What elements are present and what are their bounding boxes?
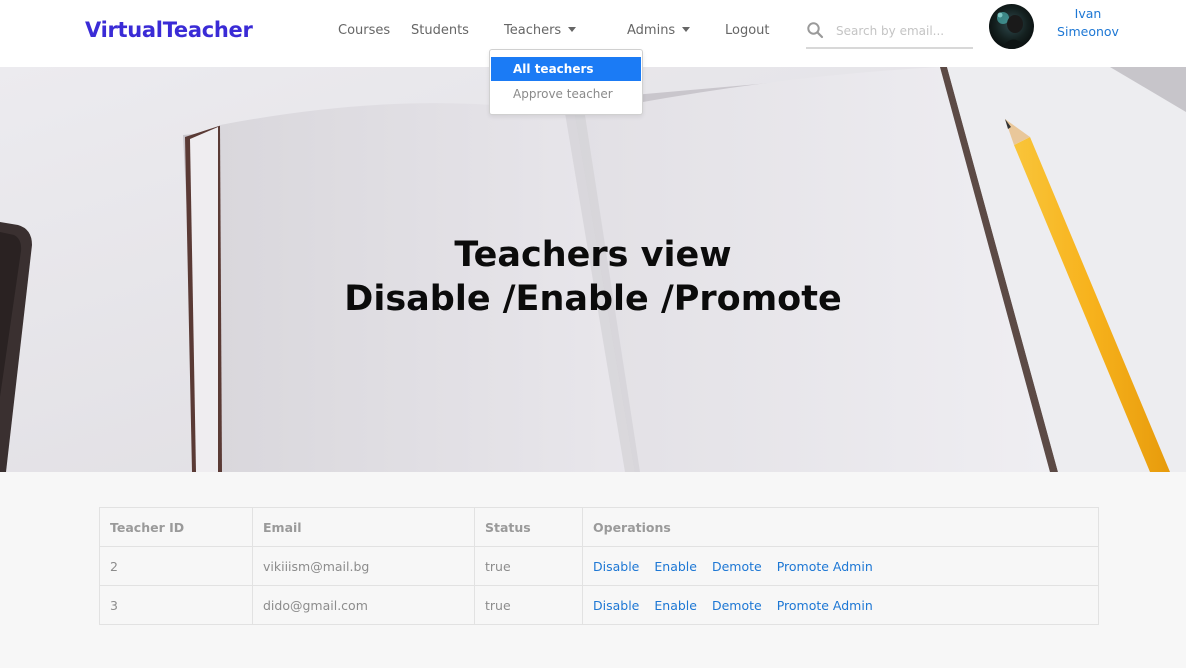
cell-status: true bbox=[474, 546, 583, 586]
chevron-down-icon bbox=[682, 27, 691, 32]
nav-courses[interactable]: Courses bbox=[338, 23, 390, 38]
hero-title: Teachers view Disable /Enable /Promote bbox=[0, 233, 1186, 321]
column-header-email: Email bbox=[252, 507, 475, 547]
user-first-name: Ivan bbox=[1074, 6, 1102, 21]
nav-teachers-label: Teachers bbox=[504, 23, 562, 38]
teachers-table: Teacher ID Email Status Operations 2 vik… bbox=[99, 507, 1099, 625]
cell-email: vikiiism@mail.bg bbox=[252, 546, 475, 586]
cell-operations: Disable Enable Demote Promote Admin bbox=[582, 585, 1099, 625]
demote-link[interactable]: Demote bbox=[712, 598, 762, 613]
cell-status: true bbox=[474, 585, 583, 625]
nav-admins-label: Admins bbox=[627, 23, 676, 38]
hero-banner: Teachers view Disable /Enable /Promote bbox=[0, 67, 1186, 472]
disable-link[interactable]: Disable bbox=[593, 598, 639, 613]
table-row: 2 vikiiism@mail.bg true Disable Enable Dem… bbox=[99, 546, 1099, 586]
nav-teachers-dropdown[interactable]: Teachers bbox=[504, 23, 577, 38]
cell-teacher-id: 2 bbox=[99, 546, 253, 586]
promote-admin-link[interactable]: Promote Admin bbox=[777, 559, 873, 574]
nav-logout[interactable]: Logout bbox=[725, 23, 770, 38]
avatar[interactable] bbox=[989, 4, 1034, 49]
enable-link[interactable]: Enable bbox=[654, 598, 697, 613]
disable-link[interactable]: Disable bbox=[593, 559, 639, 574]
user-name-link[interactable]: Ivan Simeonov bbox=[1048, 5, 1128, 41]
search-box bbox=[806, 17, 974, 49]
hero-title-line1: Teachers view bbox=[454, 235, 732, 275]
enable-link[interactable]: Enable bbox=[654, 559, 697, 574]
dropdown-item-all-teachers[interactable]: All teachers bbox=[491, 57, 641, 81]
cell-operations: Disable Enable Demote Promote Admin bbox=[582, 546, 1099, 586]
teachers-table-container: Teacher ID Email Status Operations 2 vik… bbox=[99, 507, 1099, 625]
table-header-row: Teacher ID Email Status Operations bbox=[99, 507, 1099, 547]
column-header-operations: Operations bbox=[582, 507, 1099, 547]
hero-title-line2: Disable /Enable /Promote bbox=[344, 279, 842, 319]
search-icon[interactable] bbox=[806, 21, 824, 39]
chevron-down-icon bbox=[568, 27, 577, 32]
nav-admins-dropdown[interactable]: Admins bbox=[627, 23, 691, 38]
cell-email: dido@gmail.com bbox=[252, 585, 475, 625]
nav-students[interactable]: Students bbox=[411, 23, 469, 38]
demote-link[interactable]: Demote bbox=[712, 559, 762, 574]
teachers-dropdown-menu: All teachers Approve teacher bbox=[489, 49, 643, 115]
promote-admin-link[interactable]: Promote Admin bbox=[777, 598, 873, 613]
table-row: 3 dido@gmail.com true Disable Enable Demot… bbox=[99, 585, 1099, 625]
cell-teacher-id: 3 bbox=[99, 585, 253, 625]
dropdown-item-approve-teacher[interactable]: Approve teacher bbox=[491, 82, 641, 106]
column-header-status: Status bbox=[474, 507, 583, 547]
user-last-name: Simeonov bbox=[1057, 24, 1119, 39]
column-header-teacher-id: Teacher ID bbox=[99, 507, 253, 547]
brand-logo[interactable]: VirtualTeacher bbox=[85, 18, 253, 42]
search-input[interactable] bbox=[834, 19, 974, 43]
